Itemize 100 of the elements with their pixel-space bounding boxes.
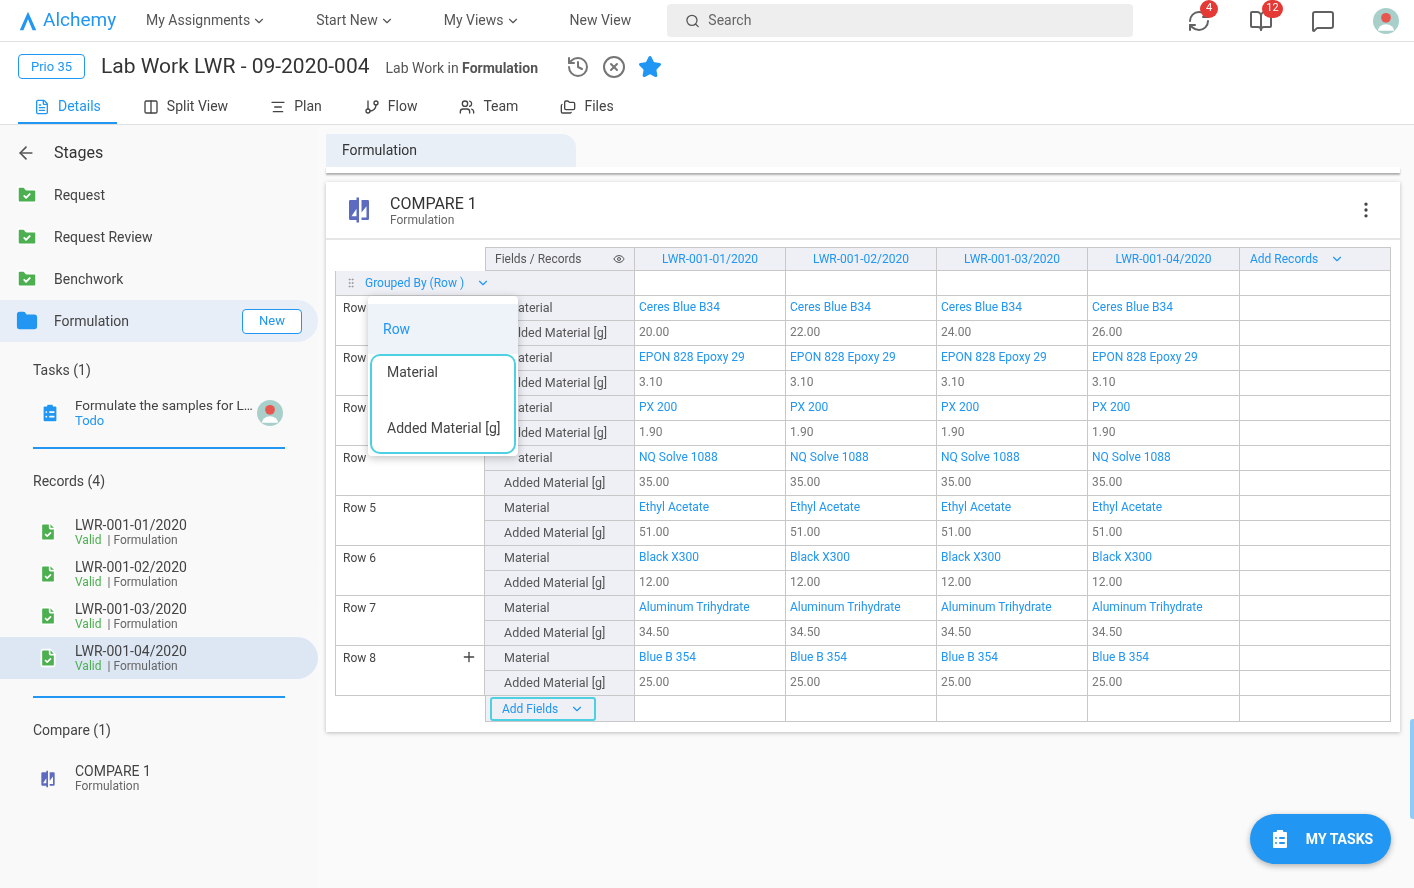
value-cell[interactable]: EPON 828 Epoxy 29 (1088, 346, 1240, 371)
value-cell[interactable]: EPON 828 Epoxy 29 (786, 346, 937, 371)
record-column-header[interactable]: LWR-001-02/2020 (786, 247, 937, 271)
menu-item[interactable]: Added Material [g] (370, 404, 516, 454)
value-cell[interactable]: Aluminum Trihydrate (635, 596, 786, 621)
value-cell: 1.90 (635, 421, 786, 446)
nav-menu[interactable]: Start New (316, 10, 394, 31)
stage-item[interactable]: Request Review (0, 216, 318, 258)
clipboard-icon (39, 401, 61, 424)
drag-handle-icon[interactable] (345, 277, 357, 289)
tab[interactable]: Plan (254, 91, 338, 124)
value-cell: 51.00 (786, 521, 937, 546)
chat-icon[interactable] (1311, 8, 1336, 33)
value-cell[interactable]: Ceres Blue B34 (1088, 296, 1240, 321)
stage-tab[interactable]: Formulation (326, 134, 576, 167)
file-check-icon (38, 605, 58, 627)
stage-item[interactable]: Request (0, 174, 318, 216)
value-cell: 26.00 (1088, 321, 1240, 346)
search-field[interactable]: Search (667, 4, 1134, 37)
value-cell[interactable]: Black X300 (937, 546, 1088, 571)
add-records-dropdown[interactable]: Add Records (1240, 247, 1391, 271)
tab[interactable]: Files (544, 91, 630, 124)
value-cell[interactable]: EPON 828 Epoxy 29 (937, 346, 1088, 371)
page-title: Lab Work LWR - 09-2020-004 (101, 52, 370, 80)
stage-item[interactable]: Benchwork (0, 258, 318, 300)
value-cell[interactable]: Black X300 (786, 546, 937, 571)
task-title[interactable]: Formulate the samples for L… (75, 397, 257, 413)
value-cell: 35.00 (786, 471, 937, 496)
value-cell[interactable]: Aluminum Trihydrate (786, 596, 937, 621)
section-title: Compare (1) (33, 721, 112, 741)
value-cell: 25.00 (635, 671, 786, 696)
tab[interactable]: Flow (347, 91, 434, 124)
value-cell[interactable]: Ethyl Acetate (1088, 496, 1240, 521)
value-cell[interactable]: Aluminum Trihydrate (937, 596, 1088, 621)
value-cell[interactable]: Blue B 354 (786, 646, 937, 671)
tab[interactable]: Split View (126, 91, 245, 124)
my-tasks-button[interactable]: MY TASKS (1250, 814, 1391, 864)
value-cell: 1.90 (786, 421, 937, 446)
field-label-cell: aterial (485, 446, 635, 471)
value-cell[interactable]: Black X300 (635, 546, 786, 571)
value-cell: 20.00 (635, 321, 786, 346)
value-cell[interactable]: NQ Solve 1088 (786, 446, 937, 471)
avatar-icon[interactable] (257, 399, 283, 426)
value-cell: 35.00 (1088, 471, 1240, 496)
value-cell: 35.00 (937, 471, 1088, 496)
value-cell[interactable]: Blue B 354 (1088, 646, 1240, 671)
value-cell[interactable]: PX 200 (937, 396, 1088, 421)
compare-item[interactable]: COMPARE 1 Formulation (33, 763, 285, 794)
field-label-cell: Added Material [g] (485, 471, 635, 496)
value-cell: 3.10 (937, 371, 1088, 396)
stage-label: | Formulation (107, 533, 178, 547)
menu-item[interactable]: Material (370, 354, 516, 404)
nav-menu[interactable]: New View (569, 10, 632, 31)
section-title: Records (4) (33, 472, 107, 492)
value-cell[interactable]: NQ Solve 1088 (635, 446, 786, 471)
logo-text[interactable]: Alchemy (43, 6, 117, 35)
record-column-header[interactable]: LWR-001-01/2020 (635, 247, 786, 271)
value-cell[interactable]: PX 200 (786, 396, 937, 421)
value-cell: 25.00 (937, 671, 1088, 696)
value-cell[interactable]: PX 200 (1088, 396, 1240, 421)
history-icon[interactable] (566, 54, 591, 79)
value-cell[interactable]: PX 200 (635, 396, 786, 421)
field-label-cell: Added Material [g] (485, 571, 635, 596)
group-label-cell: Row 5 (335, 496, 485, 546)
value-cell[interactable]: Ceres Blue B34 (937, 296, 1088, 321)
cancel-icon[interactable] (602, 54, 627, 79)
document-icon (34, 98, 50, 115)
search-input[interactable]: Search (708, 10, 1116, 31)
nav-menu[interactable]: My Assignments (146, 10, 267, 31)
group-label-cell: Row 6 (335, 546, 485, 596)
value-cell: 25.00 (1088, 671, 1240, 696)
record-item[interactable]: LWR-001-04/2020 Valid | Formulation (0, 637, 318, 679)
value-cell[interactable]: Ethyl Acetate (937, 496, 1088, 521)
stage-item[interactable]: Formulation New (0, 300, 318, 342)
value-cell[interactable]: Aluminum Trihydrate (1088, 596, 1240, 621)
value-cell[interactable]: Ceres Blue B34 (786, 296, 937, 321)
task-status: Todo (75, 413, 106, 428)
value-cell[interactable]: Black X300 (1088, 546, 1240, 571)
file-check-icon (38, 647, 58, 669)
avatar-icon[interactable] (1373, 7, 1400, 34)
value-cell[interactable]: Ceres Blue B34 (635, 296, 786, 321)
value-cell[interactable]: Ethyl Acetate (635, 496, 786, 521)
value-cell[interactable]: Blue B 354 (937, 646, 1088, 671)
value-cell[interactable]: EPON 828 Epoxy 29 (635, 346, 786, 371)
add-icon[interactable] (461, 649, 477, 665)
nav-menu[interactable]: My Views (443, 10, 520, 31)
record-column-header[interactable]: LWR-001-03/2020 (937, 247, 1088, 271)
value-cell[interactable]: NQ Solve 1088 (1088, 446, 1240, 471)
record-column-header[interactable]: LWR-001-04/2020 (1088, 247, 1240, 271)
count-badge: 4 (1200, 0, 1219, 18)
value-cell[interactable]: NQ Solve 1088 (937, 446, 1088, 471)
stage-label: | Formulation (107, 575, 178, 589)
tab[interactable]: Team (443, 91, 535, 124)
menu-item[interactable]: Row (368, 304, 518, 354)
value-cell: 12.00 (1088, 571, 1240, 596)
value-cell[interactable]: Ethyl Acetate (786, 496, 937, 521)
value-cell[interactable]: Blue B 354 (635, 646, 786, 671)
add-fields-dropdown[interactable]: Add Fields (490, 696, 597, 721)
star-icon[interactable] (638, 54, 663, 79)
folders-icon (560, 98, 577, 115)
